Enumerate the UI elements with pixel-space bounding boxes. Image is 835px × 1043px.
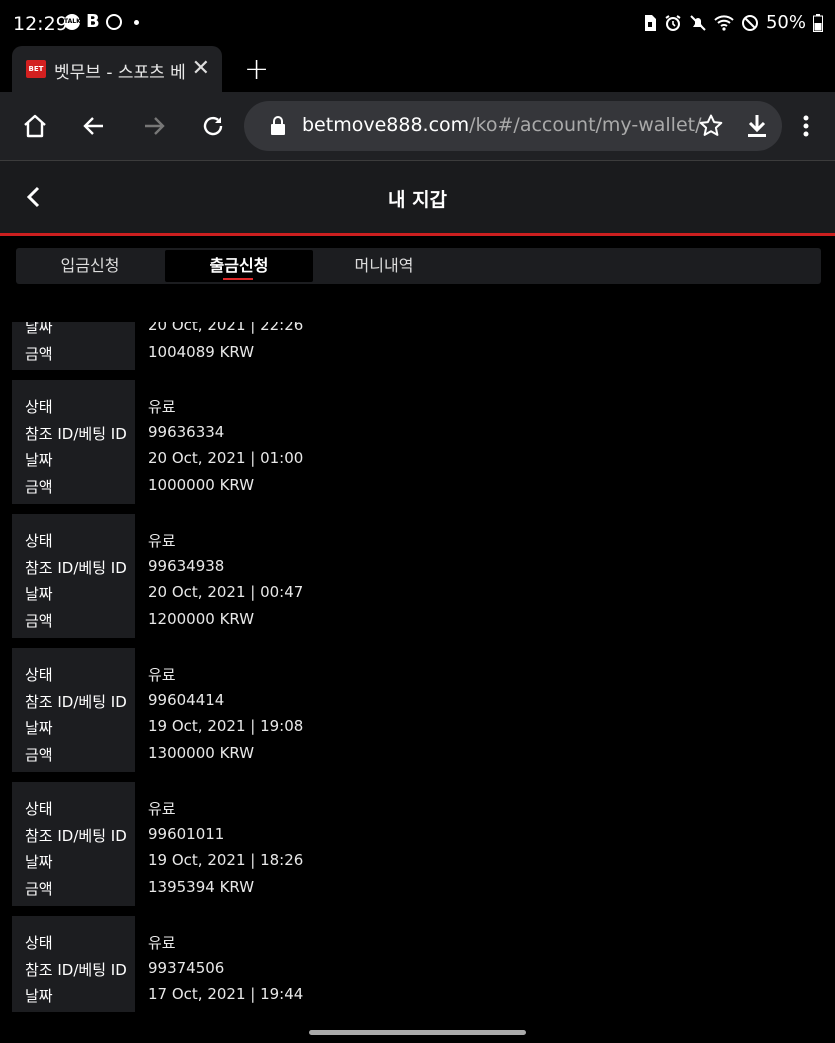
date-value: 19 Oct, 2021 | 18:26 [148,851,304,870]
status-label: 상태 [25,398,53,416]
forward-button[interactable] [140,112,168,140]
status-value: 유료 [148,934,176,952]
status-value: 유료 [148,532,176,550]
tab-money-history[interactable]: 머니내역 [310,250,458,282]
ref-id-label: 참조 ID/베팅 ID [25,960,127,979]
do-not-disturb-icon [741,14,758,31]
amount-value: 1000000 KRW [148,476,255,495]
url-domain: betmove888.com [302,114,470,136]
mute-icon [690,14,706,31]
ref-id-label: 참조 ID/베팅 ID [25,424,127,443]
ref-id-value: 99634938 [148,556,225,575]
ref-id-value: 99604414 [148,690,225,709]
date-label: 날짜 [25,585,53,604]
status-bar: 12:29 TALK B 50% [0,0,835,46]
tab-deposit[interactable]: 입금신청 [16,250,164,282]
ref-id-label: 참조 ID/베팅 ID [25,558,127,577]
url-path: /ko#/account/my-wallet/ [469,114,702,136]
bookmark-star-icon[interactable] [698,113,724,139]
battery-icon [813,13,823,32]
arrow-left-icon [83,117,103,135]
status-label: 상태 [25,532,53,550]
clock: 12:29 [13,13,68,35]
more-notifications-icon [133,19,139,25]
ref-id-label: 참조 ID/베팅 ID [25,826,127,845]
date-value: 20 Oct, 2021 | 22:26 [148,322,304,334]
amount-label: 금액 [25,478,53,497]
menu-button[interactable] [792,112,820,140]
notification-icons: TALK B [64,11,139,32]
amount-label: 금액 [25,345,53,363]
date-label: 날짜 [25,451,53,470]
address-bar[interactable]: betmove888.com/ko#/account/my-wallet/ [244,101,782,151]
status-value: 유료 [148,398,176,416]
amount-value: 1395394 KRW [148,878,255,897]
wallet-tabs: 입금신청 출금신청 머니내역 [16,248,821,284]
amount-value: 1200000 KRW [148,610,255,629]
status-label: 상태 [25,800,53,818]
more-vert-icon [803,115,809,137]
status-label: 상태 [25,934,53,952]
favicon-icon: BET [26,60,46,78]
date-value: 17 Oct, 2021 | 19:44 [148,985,304,1004]
b-app-icon: B [86,11,100,32]
date-label: 날짜 [25,987,53,1006]
amount-label: 금액 [25,880,53,899]
download-button[interactable] [743,112,771,140]
back-button[interactable] [80,112,108,140]
download-icon [748,115,766,137]
transaction-list[interactable]: 날짜 20 Oct, 2021 | 22:26 금액 1004089 KRW 상… [12,322,835,1022]
url-text[interactable]: betmove888.com/ko#/account/my-wallet/ [302,114,701,136]
date-value: 20 Oct, 2021 | 00:47 [148,583,304,602]
status-value: 유료 [148,800,176,818]
lock-icon[interactable] [270,116,286,136]
messenger-icon [105,14,122,30]
ref-id-value: 99601011 [148,824,225,843]
close-tab-icon[interactable]: ✕ [192,56,210,81]
active-tab-indicator [223,278,253,280]
ref-id-value: 99374506 [148,958,225,977]
wifi-icon [714,14,734,31]
browser-toolbar: betmove888.com/ko#/account/my-wallet/ [0,92,835,161]
ref-id-label: 참조 ID/베팅 ID [25,692,127,711]
talk-icon: TALK [64,14,81,30]
amount-label: 금액 [25,612,53,631]
home-button[interactable] [21,112,49,140]
ref-id-value: 99636334 [148,422,225,441]
browser-tab-strip: BET 벳무브 - 스포츠 베 ✕ + [0,46,835,92]
new-tab-button[interactable]: + [244,52,269,87]
status-value: 유료 [148,666,176,684]
tab-withdraw-label: 출금신청 [209,256,269,275]
page-title: 내 지갑 [387,189,448,211]
date-label: 날짜 [25,322,53,336]
browser-tab[interactable]: BET 벳무브 - 스포츠 베 ✕ [12,46,222,92]
system-icons: 50% [643,12,823,33]
amount-value: 1004089 KRW [148,343,255,361]
tab-title: 벳무브 - 스포츠 베 [54,63,186,83]
reload-icon [203,116,223,136]
home-icon [24,114,46,138]
gesture-bar [309,1030,526,1035]
arrow-right-icon [145,117,165,135]
date-label: 날짜 [25,853,53,872]
tab-withdraw[interactable]: 출금신청 [165,250,313,282]
sim-icon [644,14,656,31]
reload-button[interactable] [199,112,227,140]
amount-value: 1300000 KRW [148,744,255,763]
amount-label: 금액 [25,746,53,765]
date-value: 19 Oct, 2021 | 19:08 [148,717,304,736]
battery-percent: 50% [765,12,806,33]
alarm-icon [665,14,681,31]
status-label: 상태 [25,666,53,684]
date-value: 20 Oct, 2021 | 01:00 [148,449,304,468]
date-label: 날짜 [25,719,53,738]
page-header: 내 지갑 [0,161,835,236]
